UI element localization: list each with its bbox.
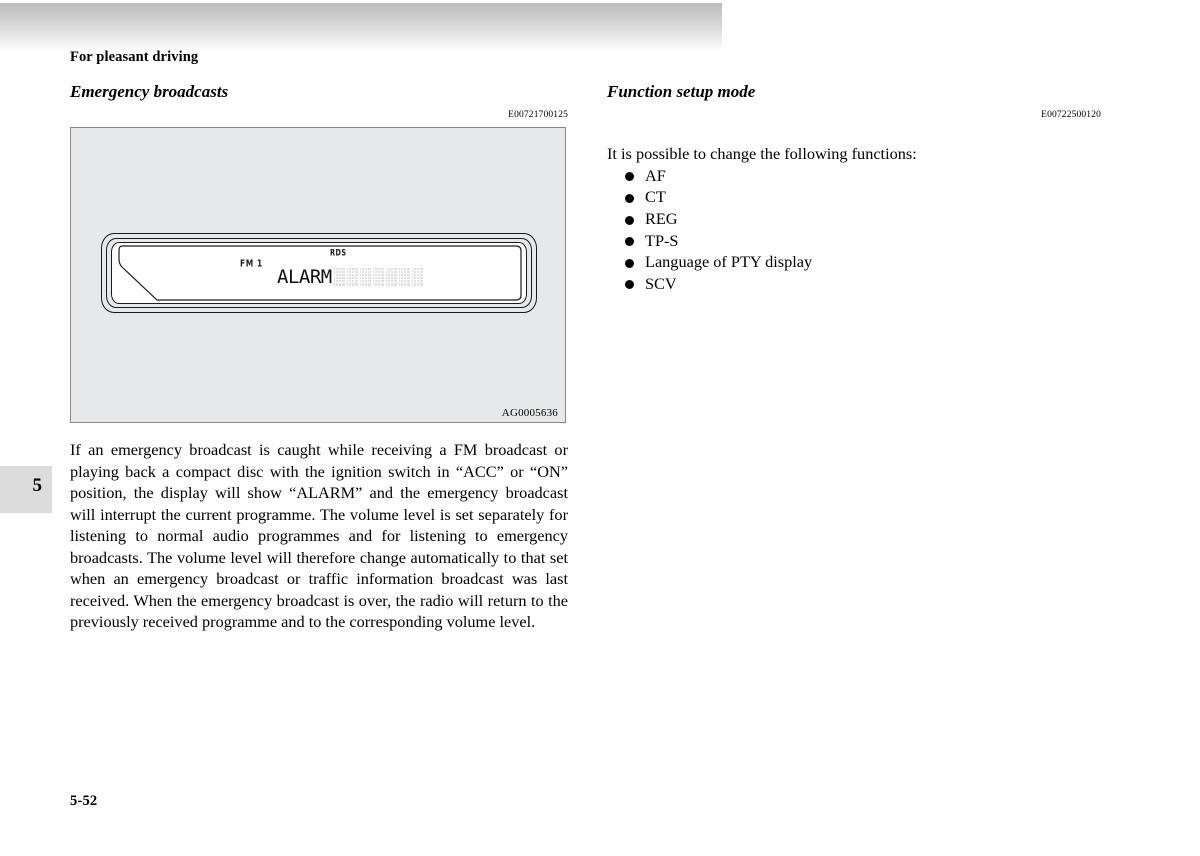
radio-faceplate: FM 1 RDS ALARM <box>101 233 537 314</box>
lcd-band-indicator: FM 1 <box>240 258 263 270</box>
chapter-tab: 5 <box>0 466 52 513</box>
page-folio: 5-52 <box>70 793 98 809</box>
function-list-item: CT <box>625 186 1101 208</box>
section-title-emergency-broadcasts: Emergency broadcasts <box>70 82 229 101</box>
function-list-item: REG <box>625 208 1101 230</box>
function-list-item: SCV <box>625 273 1101 295</box>
bullet-dot-icon <box>625 280 634 290</box>
figure-radio-display: FM 1 RDS ALARM AG0005636 <box>70 127 566 424</box>
lcd-blank-cell <box>411 268 423 287</box>
function-list-item-label: CT <box>645 187 666 207</box>
reference-code-right: E00722500120 <box>1041 110 1101 121</box>
left-column: Emergency broadcasts E00721700125 FM 1 R… <box>70 82 568 633</box>
body-paragraph-emergency-broadcasts: If an emergency broadcast is caught whil… <box>70 440 568 632</box>
lcd-rds-indicator: RDS <box>330 248 347 259</box>
function-list-item: AF <box>625 165 1101 187</box>
bullet-dot-icon <box>625 172 634 182</box>
figure-caption: AG0005636 <box>501 407 558 420</box>
lcd-screen: FM 1 RDS ALARM <box>101 233 537 313</box>
section-title-function-setup-mode: Function setup mode <box>607 82 756 101</box>
function-list-item-label: Language of PTY display <box>645 252 813 272</box>
bullet-dot-icon <box>625 237 634 247</box>
bullet-dot-icon <box>625 193 634 203</box>
lcd-main-row: ALARM <box>277 267 423 287</box>
lcd-blank-cell <box>346 268 358 287</box>
lcd-blank-cells <box>332 267 423 287</box>
bullet-dot-icon <box>625 215 634 225</box>
lcd-blank-cell <box>372 268 384 287</box>
chapter-tab-number: 5 <box>32 475 43 496</box>
function-list-item: Language of PTY display <box>625 251 1101 273</box>
lcd-blank-cell <box>385 268 397 287</box>
function-list-item-label: REG <box>645 209 678 229</box>
running-head: For pleasant driving <box>70 49 199 65</box>
bullet-dot-icon <box>625 258 634 268</box>
function-list-item-label: TP-S <box>645 230 679 250</box>
header-gradient-band <box>0 3 722 51</box>
function-list-item-label: SCV <box>645 273 677 293</box>
function-list-item: TP-S <box>625 230 1101 252</box>
function-list: AF CT REG TP-S Language of PTY display SCV <box>607 165 1101 295</box>
lcd-blank-cell <box>359 268 371 287</box>
lcd-blank-cell <box>398 268 410 287</box>
function-list-item-label: AF <box>645 165 666 185</box>
intro-paragraph-function-setup: It is possible to change the following f… <box>607 144 917 164</box>
reference-code-left: E00721700125 <box>508 110 568 121</box>
lcd-blank-cell <box>333 268 345 287</box>
lcd-main-text: ALARM <box>277 266 332 289</box>
right-column: Function setup mode E00722500120 It is p… <box>607 82 1101 294</box>
